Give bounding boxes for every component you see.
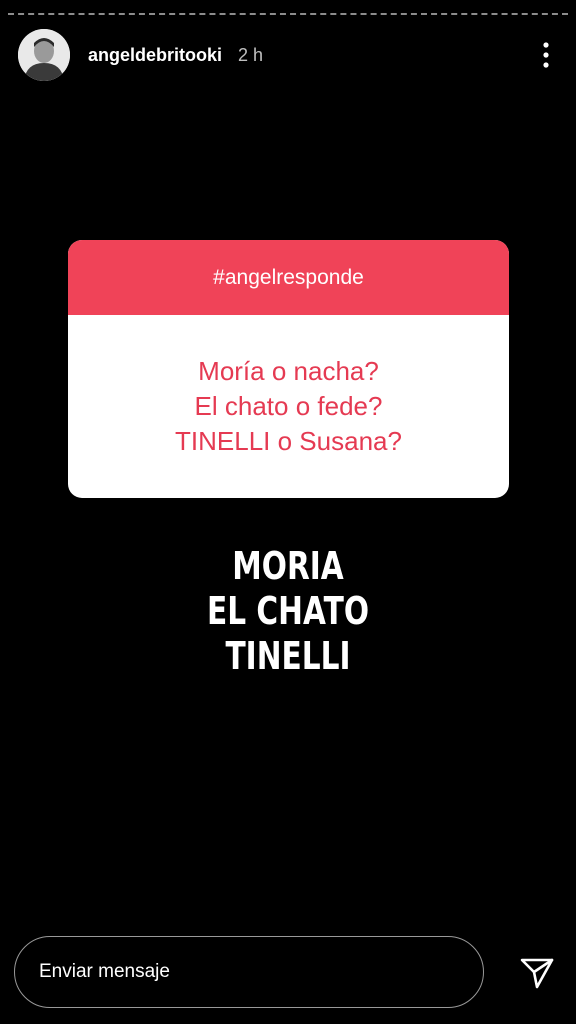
post-time: 2 h xyxy=(238,44,264,65)
avatar-icon xyxy=(18,29,70,81)
send-message-input[interactable]: Enviar mensaje xyxy=(14,936,484,1008)
answer-line: EL CHATO xyxy=(206,589,370,633)
answer-text: MORIA EL CHATO TINELLI xyxy=(63,544,512,679)
story-view: angeldebritooki 2 h #angelresponde Moría… xyxy=(0,0,576,1024)
answer-line: MORIA xyxy=(232,544,344,588)
question-sticker: #angelresponde Moría o nacha? El chato o… xyxy=(68,240,509,498)
answer-line: TINELLI xyxy=(225,634,351,678)
story-header: angeldebritooki 2 h xyxy=(18,28,558,82)
story-progress-bar xyxy=(8,13,568,15)
username[interactable]: angeldebritooki xyxy=(88,45,222,66)
question-line: TINELLI o Susana? xyxy=(175,426,402,456)
question-hashtag: #angelresponde xyxy=(68,240,509,315)
vertical-ellipsis-icon xyxy=(543,42,549,68)
avatar[interactable] xyxy=(18,29,70,81)
paper-plane-icon xyxy=(520,958,554,989)
question-text: Moría o nacha? El chato o fede? TINELLI … xyxy=(68,315,509,498)
message-placeholder: Enviar mensaje xyxy=(39,961,170,982)
send-button[interactable] xyxy=(516,952,558,994)
more-options-button[interactable] xyxy=(534,35,558,75)
question-line: El chato o fede? xyxy=(194,391,383,421)
question-line: Moría o nacha? xyxy=(198,356,379,386)
